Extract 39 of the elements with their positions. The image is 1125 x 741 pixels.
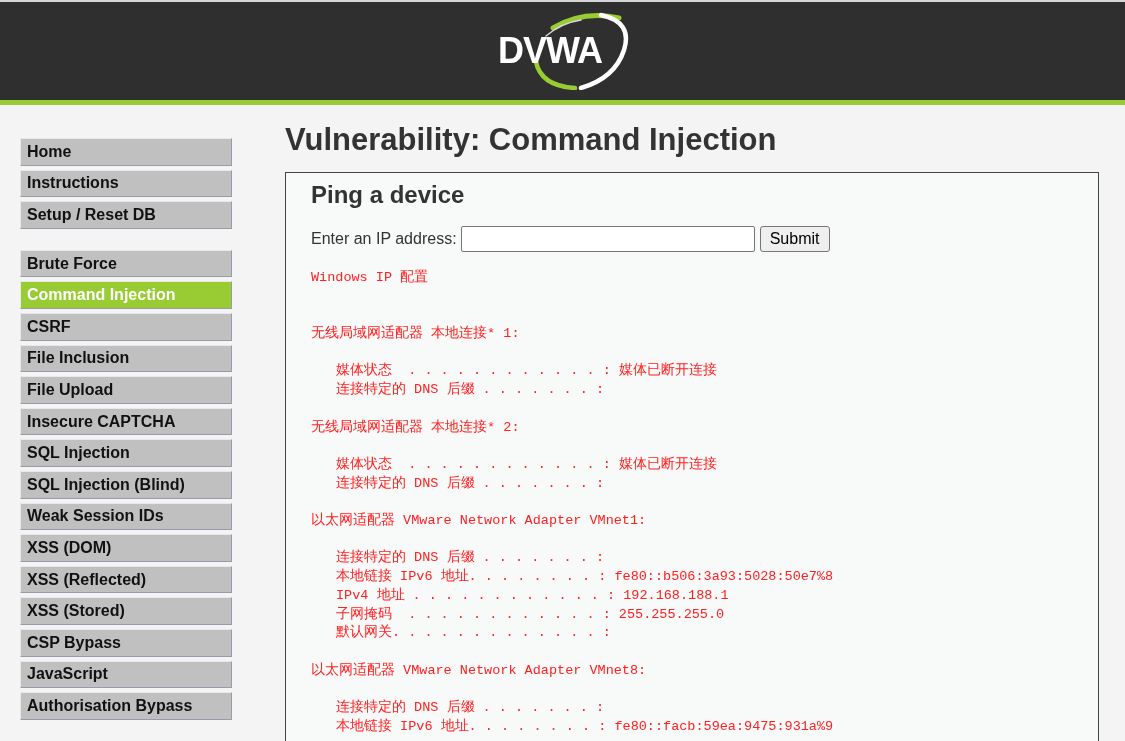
menu-item[interactable]: XSS (DOM) [20, 534, 232, 562]
submit-button[interactable]: Submit [759, 226, 830, 252]
menu-item[interactable]: Brute Force [20, 249, 232, 278]
menu-item[interactable]: Authorisation Bypass [20, 692, 232, 720]
menu-item[interactable]: File Upload [20, 376, 232, 404]
output-line: 本地链接 IPv6 地址. . . . . . . . : fe80::b506:3a93:5028:50e7%8 [335, 568, 835, 587]
output-line: 媒体状态 . . . . . . . . . . . . : 媒体已断开连接 [335, 362, 718, 381]
field-label: Enter an IP address: [311, 230, 457, 248]
menu-item[interactable]: Home [20, 138, 232, 166]
output-line: IPv4 地址 . . . . . . . . . . . . : 192.168.188.1 [335, 586, 730, 605]
output-title: Windows IP 配置 [311, 269, 430, 287]
output-line: 连接特定的 DNS 后缀 . . . . . . . : [335, 549, 606, 568]
output-line: 连接特定的 DNS 后缀 . . . . . . . : [335, 474, 606, 493]
menu-item[interactable]: File Inclusion [20, 344, 232, 373]
page-title: Vulnerability: Command Injection [285, 122, 778, 158]
menu-item[interactable]: Setup / Reset DB [20, 201, 232, 229]
menu-item[interactable]: XSS (Reflected) [20, 565, 232, 594]
menu-item[interactable]: CSRF [20, 312, 232, 341]
menu-item[interactable]: SQL Injection [20, 439, 232, 467]
output-line: 默认网关. . . . . . . . . . . . . : [335, 624, 612, 643]
menu-item[interactable]: CSP Bypass [20, 628, 232, 657]
output-line: 子网掩码 . . . . . . . . . . . . : 255.255.255.0 [335, 605, 726, 624]
output-line: 连接特定的 DNS 后缀 . . . . . . . : [335, 699, 606, 718]
section-heading: Ping a device [311, 181, 466, 209]
ip-address-input[interactable] [460, 226, 755, 252]
menu-item[interactable]: JavaScript [20, 660, 232, 689]
adapter-heading: 以太网适配器 VMware Network Adapter VMnet8: [311, 661, 648, 680]
menu-item[interactable]: Weak Session IDs [20, 502, 232, 531]
menu-item[interactable]: Insecure CAPTCHA [20, 407, 232, 436]
output-line: 媒体状态 . . . . . . . . . . . . : 媒体已断开连接 [335, 455, 718, 474]
adapter-heading: 无线局域网适配器 本地连接* 2: [311, 418, 521, 437]
logo-text: DVWA [498, 31, 602, 71]
adapter-heading: 无线局域网适配器 本地连接* 1: [311, 325, 521, 344]
menu-item[interactable]: XSS (Stored) [20, 597, 232, 625]
adapter-heading: 以太网适配器 VMware Network Adapter VMnet1: [311, 512, 648, 531]
menu-item[interactable]: Instructions [20, 169, 232, 198]
output-line: 连接特定的 DNS 后缀 . . . . . . . : [335, 381, 606, 400]
output-line: 本地链接 IPv6 地址. . . . . . . . : fe80::facb:59ea:9475:931a%9 [335, 717, 835, 736]
menu-item[interactable]: SQL Injection (Blind) [20, 470, 232, 499]
